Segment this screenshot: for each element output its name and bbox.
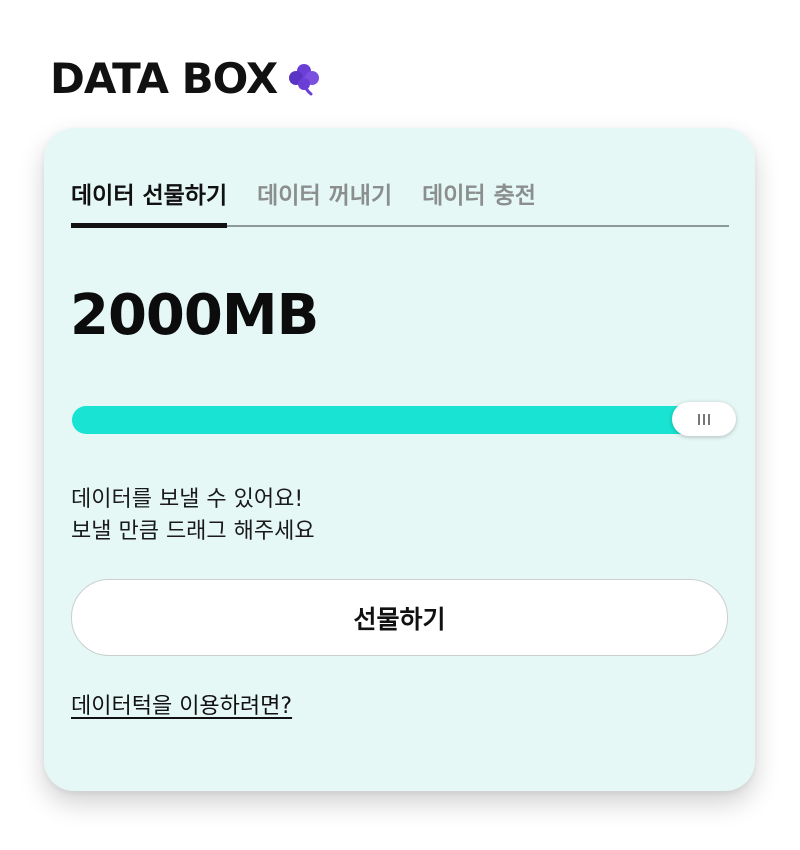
slider-handle[interactable]	[672, 402, 736, 436]
grip-icon	[708, 413, 710, 425]
instruction-line-2: 보낼 만큼 드래그 해주세요	[71, 519, 315, 544]
brand-header: DATA BOX	[50, 58, 321, 100]
clover-icon	[289, 64, 320, 96]
data-amount: 2000MB	[70, 283, 319, 348]
grip-icon	[703, 413, 705, 425]
tab-data-withdraw[interactable]: 데이터 꺼내기	[257, 172, 392, 225]
tab-bar: 데이터 선물하기 데이터 꺼내기 데이터 충전	[71, 172, 729, 228]
gift-button[interactable]: 선물하기	[71, 579, 728, 656]
data-box-card: 데이터 선물하기 데이터 꺼내기 데이터 충전 2000MB 데이터를 보낼 수…	[44, 128, 755, 791]
instruction-line-1: 데이터를 보낼 수 있어요!	[71, 487, 304, 512]
slider-fill	[72, 406, 732, 434]
tab-data-gift[interactable]: 데이터 선물하기	[71, 172, 228, 228]
data-amount-slider[interactable]	[72, 402, 736, 439]
brand-title: DATA BOX	[50, 54, 278, 103]
help-link[interactable]: 데이터턱을 이용하려면?	[71, 688, 292, 720]
tab-data-charge[interactable]: 데이터 충전	[422, 172, 536, 225]
instruction-text: 데이터를 보낼 수 있어요! 보낼 만큼 드래그 해주세요	[71, 484, 315, 548]
grip-icon	[698, 413, 700, 425]
